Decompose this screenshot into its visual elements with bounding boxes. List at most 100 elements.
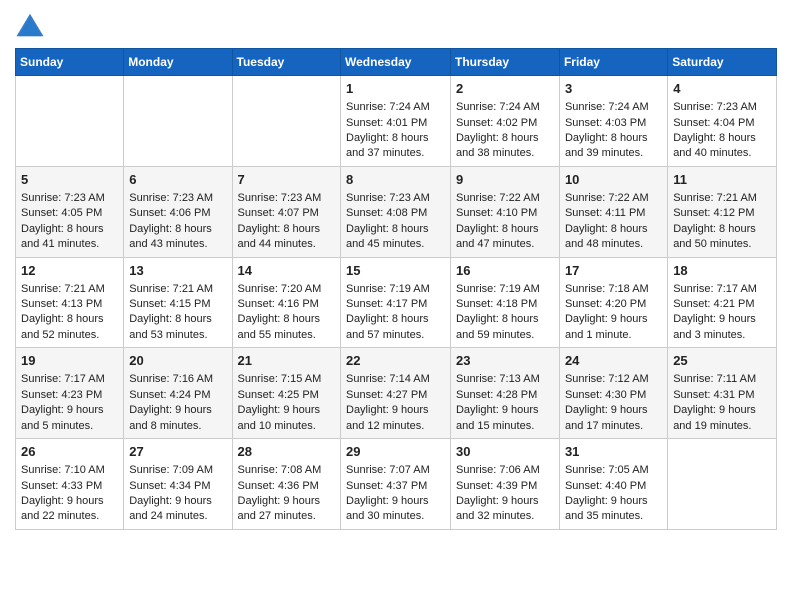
- cell-info-line: Sunset: 4:11 PM: [565, 206, 662, 221]
- cell-info-line: Sunrise: 7:17 AM: [673, 282, 771, 297]
- logo: [15, 10, 49, 40]
- calendar-table: SundayMondayTuesdayWednesdayThursdayFrid…: [15, 48, 777, 530]
- day-number: 8: [346, 171, 445, 189]
- logo-icon: [15, 10, 45, 40]
- calendar-cell: 17Sunrise: 7:18 AMSunset: 4:20 PMDayligh…: [559, 257, 667, 348]
- day-number: 28: [238, 443, 335, 461]
- calendar-cell: 27Sunrise: 7:09 AMSunset: 4:34 PMDayligh…: [124, 439, 232, 530]
- cell-info-line: Sunrise: 7:17 AM: [21, 372, 118, 387]
- day-number: 23: [456, 352, 554, 370]
- cell-info-line: Sunset: 4:06 PM: [129, 206, 226, 221]
- cell-info-line: Sunset: 4:39 PM: [456, 479, 554, 494]
- calendar-cell: 20Sunrise: 7:16 AMSunset: 4:24 PMDayligh…: [124, 348, 232, 439]
- cell-info-line: Sunrise: 7:08 AM: [238, 463, 335, 478]
- cell-info-line: Sunset: 4:25 PM: [238, 388, 335, 403]
- day-number: 18: [673, 262, 771, 280]
- cell-info-line: Daylight: 9 hours and 3 minutes.: [673, 312, 771, 343]
- cell-info-line: Sunset: 4:12 PM: [673, 206, 771, 221]
- cell-info-line: Sunrise: 7:24 AM: [346, 100, 445, 115]
- cell-info-line: Sunrise: 7:05 AM: [565, 463, 662, 478]
- day-number: 12: [21, 262, 118, 280]
- cell-info-line: Sunrise: 7:21 AM: [129, 282, 226, 297]
- cell-info-line: Sunrise: 7:23 AM: [238, 191, 335, 206]
- calendar-week-4: 19Sunrise: 7:17 AMSunset: 4:23 PMDayligh…: [16, 348, 777, 439]
- cell-info-line: Sunset: 4:03 PM: [565, 116, 662, 131]
- calendar-week-3: 12Sunrise: 7:21 AMSunset: 4:13 PMDayligh…: [16, 257, 777, 348]
- cell-info-line: Daylight: 8 hours and 44 minutes.: [238, 222, 335, 253]
- cell-info-line: Sunrise: 7:11 AM: [673, 372, 771, 387]
- cell-info-line: Sunset: 4:40 PM: [565, 479, 662, 494]
- cell-info-line: Sunset: 4:01 PM: [346, 116, 445, 131]
- day-number: 24: [565, 352, 662, 370]
- cell-info-line: Sunset: 4:33 PM: [21, 479, 118, 494]
- day-number: 25: [673, 352, 771, 370]
- calendar-cell: 25 Sunrise: 7:11 AMSunset: 4:31 PMDayligh…: [668, 348, 777, 439]
- cell-info-line: Sunset: 4:31 PM: [673, 388, 771, 403]
- cell-info-line: Sunset: 4:15 PM: [129, 297, 226, 312]
- cell-info-line: Daylight: 9 hours and 32 minutes.: [456, 494, 554, 525]
- cell-info-line: Sunset: 4:30 PM: [565, 388, 662, 403]
- cell-info-line: Sunrise: 7:23 AM: [673, 100, 771, 115]
- calendar-cell: 14Sunrise: 7:20 AMSunset: 4:16 PMDayligh…: [232, 257, 340, 348]
- cell-info-line: Daylight: 8 hours and 41 minutes.: [21, 222, 118, 253]
- calendar-week-2: 5Sunrise: 7:23 AMSunset: 4:05 PMDaylight…: [16, 166, 777, 257]
- calendar-cell: 8Sunrise: 7:23 AMSunset: 4:08 PMDaylight…: [341, 166, 451, 257]
- cell-info-line: Sunrise: 7:21 AM: [21, 282, 118, 297]
- day-header-saturday: Saturday: [668, 49, 777, 76]
- calendar-cell: 4Sunrise: 7:23 AMSunset: 4:04 PMDaylight…: [668, 76, 777, 167]
- calendar-cell: 9Sunrise: 7:22 AMSunset: 4:10 PMDaylight…: [450, 166, 559, 257]
- calendar-cell: 23Sunrise: 7:13 AMSunset: 4:28 PMDayligh…: [450, 348, 559, 439]
- cell-info-line: Sunrise: 7:09 AM: [129, 463, 226, 478]
- cell-info-line: Sunrise: 7:15 AM: [238, 372, 335, 387]
- cell-info-line: Sunset: 4:05 PM: [21, 206, 118, 221]
- cell-info-line: Sunset: 4:07 PM: [238, 206, 335, 221]
- cell-info-line: Sunset: 4:10 PM: [456, 206, 554, 221]
- cell-info-line: Sunset: 4:37 PM: [346, 479, 445, 494]
- cell-info-line: Sunset: 4:20 PM: [565, 297, 662, 312]
- cell-info-line: Sunrise: 7:21 AM: [673, 191, 771, 206]
- cell-info-line: Daylight: 8 hours and 47 minutes.: [456, 222, 554, 253]
- calendar-cell: 16Sunrise: 7:19 AMSunset: 4:18 PMDayligh…: [450, 257, 559, 348]
- day-number: 11: [673, 171, 771, 189]
- calendar-cell: 7Sunrise: 7:23 AMSunset: 4:07 PMDaylight…: [232, 166, 340, 257]
- calendar-cell: 12 Sunrise: 7:21 AMSunset: 4:13 PMDayligh…: [16, 257, 124, 348]
- calendar-cell: 15Sunrise: 7:19 AMSunset: 4:17 PMDayligh…: [341, 257, 451, 348]
- cell-info-line: Sunset: 4:24 PM: [129, 388, 226, 403]
- cell-info-line: Daylight: 9 hours and 22 minutes.: [21, 494, 118, 525]
- day-number: 13: [129, 262, 226, 280]
- day-number: 16: [456, 262, 554, 280]
- day-number: 1: [346, 80, 445, 98]
- cell-info-line: Daylight: 8 hours and 52 minutes.: [21, 312, 118, 343]
- cell-info-line: Sunrise: 7:12 AM: [565, 372, 662, 387]
- day-header-sunday: Sunday: [16, 49, 124, 76]
- cell-info-line: Sunset: 4:18 PM: [456, 297, 554, 312]
- day-number: 2: [456, 80, 554, 98]
- cell-info-line: Sunrise: 7:19 AM: [346, 282, 445, 297]
- day-number: 29: [346, 443, 445, 461]
- cell-info-line: Daylight: 8 hours and 57 minutes.: [346, 312, 445, 343]
- cell-info-line: Sunrise: 7:24 AM: [565, 100, 662, 115]
- cell-info-line: Sunset: 4:16 PM: [238, 297, 335, 312]
- cell-info-line: Daylight: 9 hours and 19 minutes.: [673, 403, 771, 434]
- calendar-cell: 5Sunrise: 7:23 AMSunset: 4:05 PMDaylight…: [16, 166, 124, 257]
- calendar-cell: 11 Sunrise: 7:21 AMSunset: 4:12 PMDayligh…: [668, 166, 777, 257]
- cell-info-line: Daylight: 8 hours and 50 minutes.: [673, 222, 771, 253]
- cell-info-line: Daylight: 9 hours and 15 minutes.: [456, 403, 554, 434]
- cell-info-line: Sunset: 4:13 PM: [21, 297, 118, 312]
- calendar-header: SundayMondayTuesdayWednesdayThursdayFrid…: [16, 49, 777, 76]
- cell-info-line: Daylight: 9 hours and 35 minutes.: [565, 494, 662, 525]
- cell-info-line: Daylight: 8 hours and 53 minutes.: [129, 312, 226, 343]
- cell-info-line: Sunrise: 7:23 AM: [21, 191, 118, 206]
- cell-info-line: Daylight: 8 hours and 43 minutes.: [129, 222, 226, 253]
- calendar-cell: 6Sunrise: 7:23 AMSunset: 4:06 PMDaylight…: [124, 166, 232, 257]
- cell-info-line: Daylight: 8 hours and 38 minutes.: [456, 131, 554, 162]
- day-number: 4: [673, 80, 771, 98]
- day-number: 26: [21, 443, 118, 461]
- cell-info-line: Sunrise: 7:23 AM: [129, 191, 226, 206]
- day-header-tuesday: Tuesday: [232, 49, 340, 76]
- cell-info-line: Sunrise: 7:22 AM: [565, 191, 662, 206]
- day-number: 3: [565, 80, 662, 98]
- cell-info-line: Sunrise: 7:18 AM: [565, 282, 662, 297]
- calendar-cell: 30Sunrise: 7:06 AMSunset: 4:39 PMDayligh…: [450, 439, 559, 530]
- calendar-cell: 24Sunrise: 7:12 AMSunset: 4:30 PMDayligh…: [559, 348, 667, 439]
